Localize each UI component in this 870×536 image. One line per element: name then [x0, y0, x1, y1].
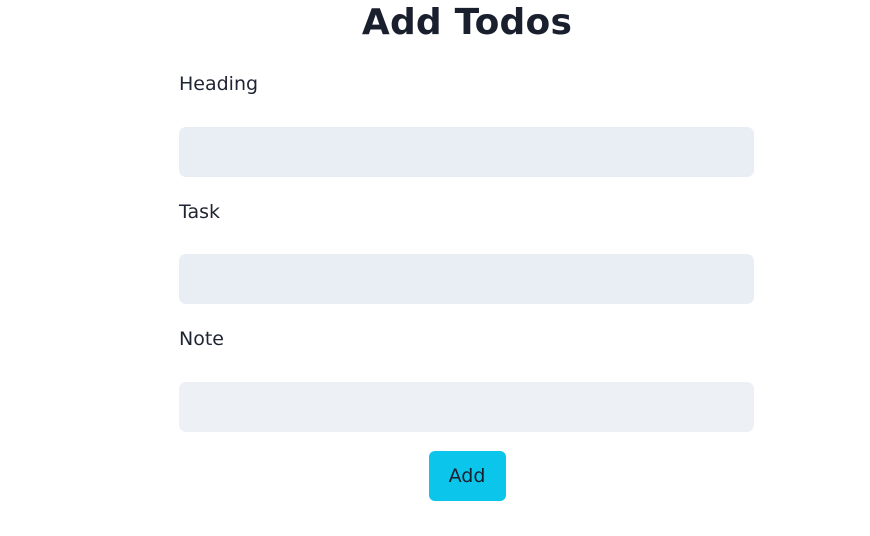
heading-label: Heading: [179, 73, 259, 95]
add-todos-page: Add Todos Heading Task Note Add: [0, 0, 870, 536]
add-button[interactable]: Add: [428, 451, 506, 501]
page-title: Add Todos: [361, 2, 573, 43]
note-input[interactable]: [179, 382, 754, 432]
button-row: Add: [0, 451, 870, 501]
heading-input[interactable]: [179, 127, 754, 177]
task-input[interactable]: [179, 254, 754, 304]
note-label: Note: [179, 328, 224, 350]
task-label: Task: [179, 201, 221, 223]
